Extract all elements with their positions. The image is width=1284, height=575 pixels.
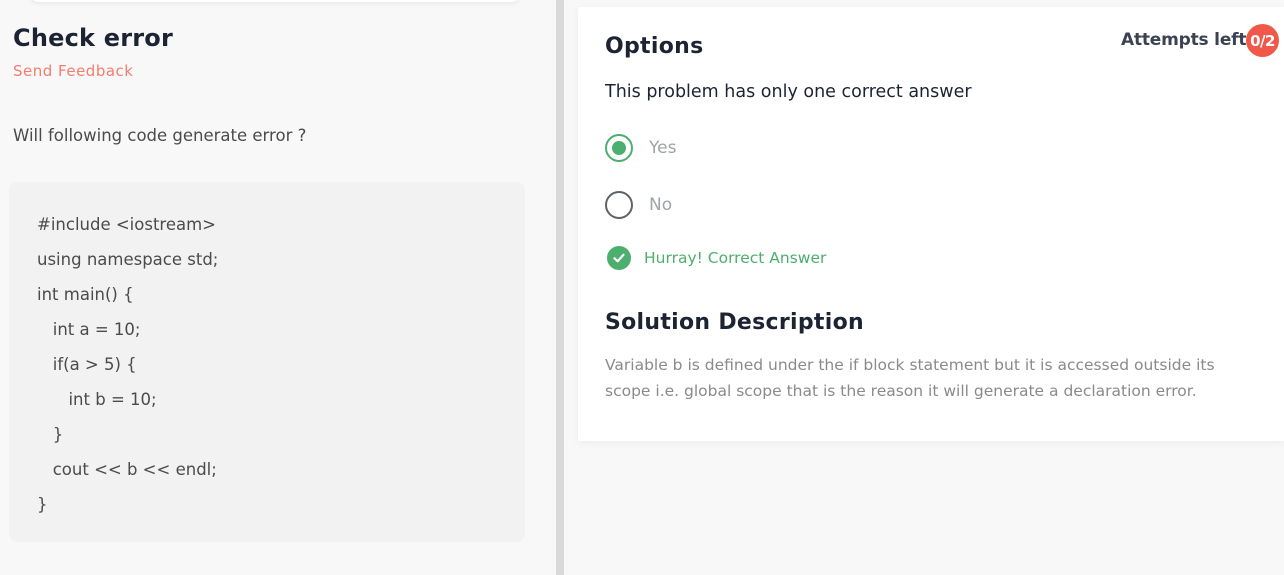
solution-text: Variable b is defined under the if block… — [605, 356, 1215, 400]
result-message: Hurray! Correct Answer — [607, 246, 826, 270]
code-line: int b = 10; — [37, 390, 157, 409]
code-line: if(a > 5) { — [37, 355, 137, 374]
code-line: cout << b << endl; — [37, 460, 217, 479]
attempts-label: Attempts left: — [1121, 30, 1253, 50]
option-yes[interactable]: Yes — [605, 134, 905, 162]
option-no[interactable]: No — [605, 191, 905, 219]
code-line: int a = 10; — [37, 320, 141, 339]
code-line: } — [37, 495, 48, 514]
instruction-text: This problem has only one correct answer — [605, 82, 972, 102]
radio-selected-icon[interactable] — [605, 134, 633, 162]
problem-panel: Check error Send Feedback Will following… — [0, 0, 556, 575]
code-block: #include <iostream> using namespace std;… — [9, 182, 525, 542]
option-label: Yes — [649, 138, 677, 158]
problem-title: Check error — [13, 24, 173, 52]
solution-title: Solution Description — [605, 310, 864, 335]
result-text: Hurray! Correct Answer — [644, 249, 827, 267]
attempts-badge: 0/2 — [1246, 24, 1279, 57]
radio-unselected-icon[interactable] — [605, 191, 633, 219]
code-line: #include <iostream> — [37, 215, 217, 234]
previous-card-edge — [30, 0, 520, 2]
code-line: int main() { — [37, 285, 134, 304]
send-feedback-link[interactable]: Send Feedback — [13, 62, 133, 80]
panel-resize-divider[interactable] — [556, 0, 564, 575]
question-text: Will following code generate error ? — [13, 126, 307, 145]
options-title: Options — [605, 34, 704, 59]
option-label: No — [649, 195, 673, 215]
check-circle-icon — [607, 246, 631, 270]
code-line: } — [37, 425, 64, 444]
code-line: using namespace std; — [37, 250, 219, 269]
